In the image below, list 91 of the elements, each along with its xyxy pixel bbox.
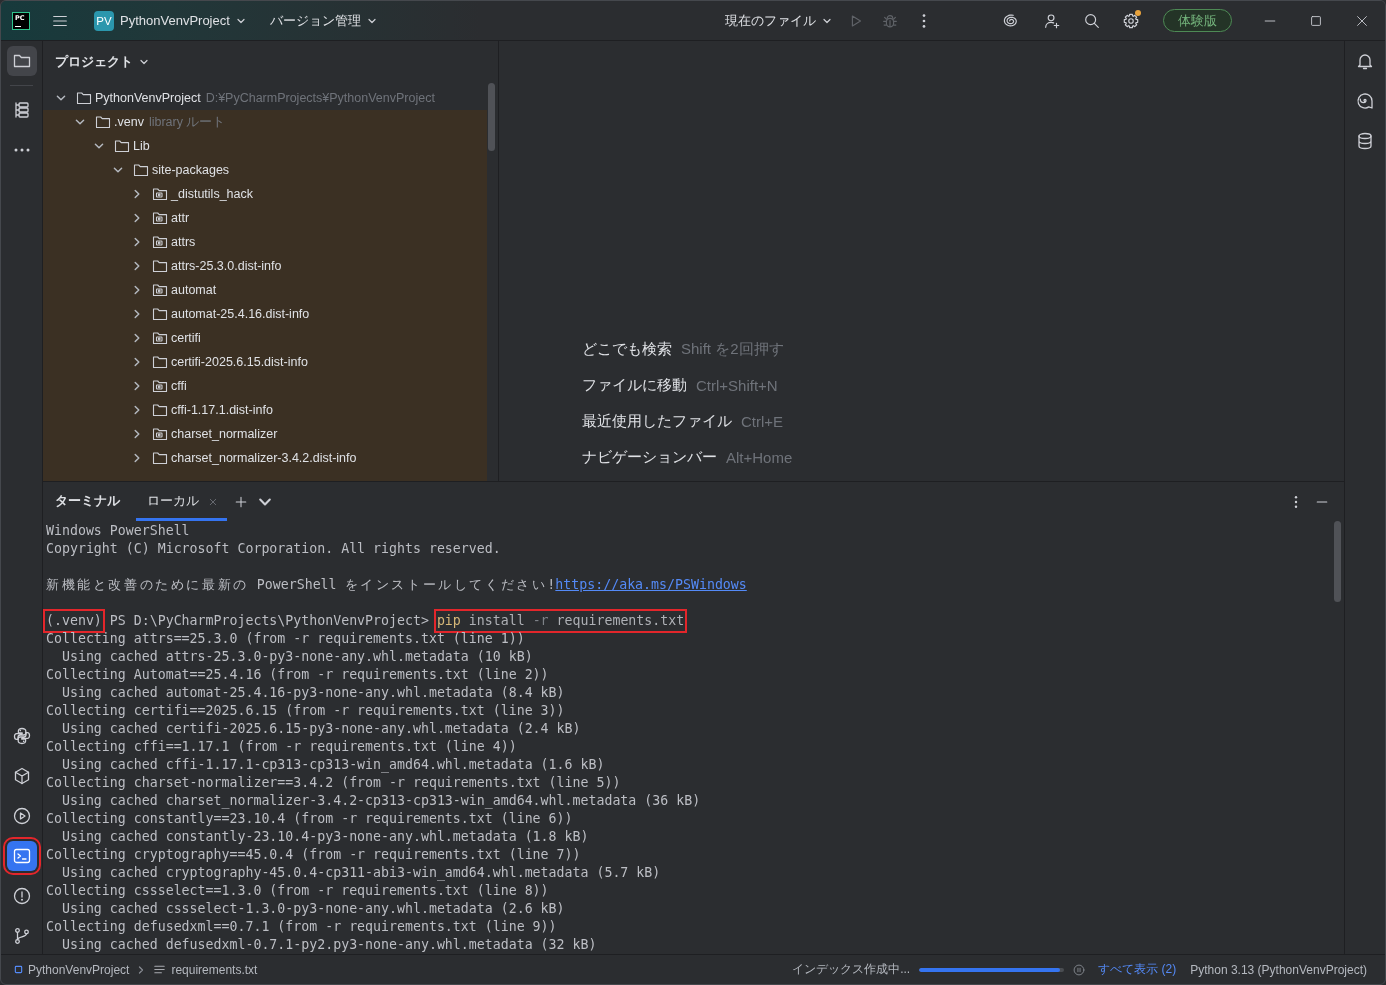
terminal-line: Windows PowerShell [46,522,190,540]
terminal-line: Using cached defusedxml-0.7.1-py2.py3-none-any.whl.metadata (32 kB) [60,936,597,954]
tree-item[interactable]: certifi-2025.6.15.dist-info [171,355,308,369]
venv-label: (.venv) [46,612,102,630]
terminal-line: Collecting Automat==25.4.16 (from -r requirements.txt (line 2)) [46,666,549,684]
project-badge: PV [94,10,114,31]
trial-badge[interactable]: 体験版 [1163,9,1232,32]
tree-item[interactable]: attrs [171,235,196,249]
terminal-line: Using cached cssselect-1.3.0-py3-none-any.whl.metadata (2.6 kB) [60,900,565,918]
folder-icon [152,306,168,322]
show-all-link[interactable]: すべて表示 (2) [1098,961,1177,978]
database-icon[interactable] [1355,131,1375,151]
shortcut-label: Alt+Home [726,448,793,466]
folder-icon [95,114,111,130]
terminal-line: Using cached attrs-25.3.0-py3-none-any.whl.metadata (10 kB) [60,648,533,666]
chat-spiral-icon[interactable] [1355,91,1375,111]
terminal-line: Collecting defusedxml==0.7.1 (from -r requirements.txt (line 9)) [46,918,557,936]
tree-item[interactable]: _distutils_hack [171,187,253,201]
search-icon[interactable] [1083,11,1101,30]
project-view-menu[interactable]: プロジェクト [52,49,152,75]
pause-icon[interactable] [1072,962,1087,977]
command-text: pip install -r requirements.txt [436,612,685,630]
tree-item[interactable]: certifi [171,331,201,345]
tree-item[interactable]: charset_normalizer-3.4.2.dist-info [171,451,357,465]
project-menu[interactable]: PV PythonVenvProject [88,6,252,35]
action-label: 最近使用したファイル [582,411,732,431]
tree-item[interactable]: PythonVenvProject [95,91,201,105]
text-file-icon [153,963,167,976]
terminal-icon [11,846,32,866]
terminal-line: Collecting cryptography==45.0.4 (from -r requirements.txt (line 7)) [46,846,581,864]
scrollbar-thumb[interactable] [1334,521,1341,602]
shortcut-label: Ctrl+Shift+N [696,376,778,394]
shortcut-label: Ctrl+E [741,412,784,430]
folder-icon [152,402,168,418]
terminal-line: Using cached cryptography-45.0.4-cp311-abi3-win_amd64.whl.metadata (5.7 kB) [60,864,661,882]
tree-item[interactable]: Lib [133,139,150,153]
add-user-icon[interactable] [1043,11,1061,30]
folder-icon [152,354,168,370]
vcs-menu[interactable]: バージョン管理 [263,6,383,35]
breadcrumb[interactable]: requirements.txt [153,962,258,977]
terminal-line: Collecting charset-normalizer==3.4.2 (from -r requirements.txt (line 5)) [46,774,621,792]
folder-icon [133,162,149,178]
terminal-tab[interactable]: ローカル [136,482,227,521]
tree-item[interactable]: site-packages [152,163,230,177]
interpreter-selector[interactable]: Python 3.13 (PythonVenvProject) [1190,962,1367,977]
folder-icon [76,90,92,106]
terminal-line: Copyright (C) Microsoft Corporation. All rights reserved. [46,540,501,558]
prompt-path: PS D:\PyCharmProjects\PythonVenvProject> [109,612,429,630]
tree-item[interactable]: automat [171,283,217,297]
tree-item[interactable]: automat-25.4.16.dist-info [171,307,310,321]
tree-item[interactable]: attr [171,211,190,225]
exclamation-circle-icon[interactable] [11,886,32,906]
folder-icon [114,138,130,154]
tree-item[interactable]: charset_normalizer [171,427,278,441]
path-hint: D:¥PyCharmProjects¥PythonVenvProject [205,91,435,105]
action-label: どこでも検索 [582,339,672,359]
terminal-line: Collecting constantly==23.10.4 (from -r requirements.txt (line 6)) [46,810,573,828]
tree-item[interactable]: .venv [114,115,144,129]
python-icon[interactable] [11,726,32,746]
run-configuration-menu[interactable]: 現在のファイル [719,6,836,35]
terminal-line: 新機能と改善のために最新の PowerShell をインストールしてください!https://aka.ms/PSWindows [46,576,747,594]
terminal-line: Using cached certifi-2025.6.15-py3-none-any.whl.metadata (2.4 kB) [60,720,581,738]
scrollbar-thumb[interactable] [488,83,495,151]
breadcrumb[interactable]: PythonVenvProject [14,962,130,977]
square-icon [14,965,23,974]
project-tool-button[interactable] [6,46,37,76]
tree-item[interactable]: cffi-1.17.1.dist-info [171,403,273,417]
terminal-line: Using cached constantly-23.10.4-py3-none-any.whl.metadata (1.8 kB) [60,828,589,846]
action-label: ファイルに移動 [582,375,687,395]
terminal-line: Using cached automat-25.4.16-py3-none-any.whl.metadata (8.4 kB) [60,684,565,702]
panel-title: ターミナル [55,493,120,510]
path-hint: library ルート [148,113,226,131]
terminal-line: Collecting cffi==1.17.1 (from -r requirements.txt (line 4)) [46,738,517,756]
action-label: ナビゲーションバー [582,447,717,467]
chevron-down-icon [139,57,149,67]
spiral-icon[interactable] [1002,11,1020,30]
play-circle-icon[interactable] [11,806,32,826]
settings-icon[interactable] [1122,11,1140,30]
status-text: インデックス作成中... [792,961,911,978]
shortcut-label: Shift を2回押す [681,339,784,359]
folder-icon [152,450,168,466]
terminal-line: Collecting certifi==2025.6.15 (from -r requirements.txt (line 3)) [46,702,565,720]
terminal-line: Using cached charset_normalizer-3.4.2-cp313-cp313-win_amd64.whl.metadata (36 kB) [60,792,701,810]
tree-item[interactable]: attrs-25.3.0.dist-info [171,259,282,273]
bell-icon[interactable] [1355,51,1375,71]
folder-icon [152,258,168,274]
terminal-line: Using cached cffi-1.17.1-cp313-cp313-win_amd64.whl.metadata (1.6 kB) [60,756,605,774]
terminal-line: Collecting cssselect==1.3.0 (from -r requirements.txt (line 8)) [46,882,549,900]
tree-item[interactable]: cffi [171,379,187,393]
terminal-line: Collecting attrs==25.3.0 (from -r requirements.txt (line 1)) [46,630,525,648]
link[interactable]: https://aka.ms/PSWindows [555,577,747,592]
